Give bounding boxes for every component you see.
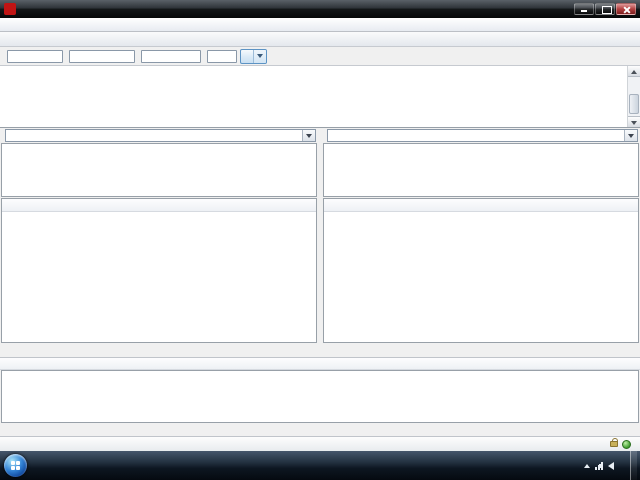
port-input[interactable] <box>207 49 237 63</box>
scroll-thumb[interactable] <box>629 94 639 114</box>
speed-limit-icon <box>622 439 631 449</box>
quickconnect-bar <box>0 47 640 66</box>
remote-status-text <box>322 344 640 357</box>
remote-address-value <box>328 130 624 141</box>
local-address-dropdown-icon[interactable] <box>302 130 315 141</box>
system-tray <box>584 451 638 480</box>
menu-bar <box>0 18 640 32</box>
remote-address-dropdown-icon[interactable] <box>624 130 637 141</box>
queue-header <box>0 357 640 370</box>
file-panes <box>0 128 640 357</box>
volume-icon[interactable] <box>599 461 614 470</box>
close-button[interactable] <box>616 3 636 15</box>
quickconnect-button[interactable] <box>240 48 267 64</box>
log-scrollbar[interactable] <box>627 66 640 127</box>
local-address-value <box>6 130 302 141</box>
maximize-button[interactable] <box>595 3 615 15</box>
transfer-queue[interactable] <box>1 370 639 423</box>
remote-address-combo[interactable] <box>327 129 638 142</box>
local-list-header <box>2 199 316 212</box>
remote-pane <box>322 128 640 357</box>
remote-list-header <box>324 199 638 212</box>
taskbar <box>0 451 640 480</box>
encryption-icon <box>610 438 618 447</box>
desktop <box>0 0 640 480</box>
minimize-button[interactable] <box>574 3 594 15</box>
message-log <box>0 66 640 128</box>
show-desktop-button[interactable] <box>630 451 637 480</box>
remote-tree <box>323 143 639 197</box>
host-input[interactable] <box>7 49 63 63</box>
local-address-combo[interactable] <box>5 129 316 142</box>
app-icon <box>4 3 16 15</box>
start-button[interactable] <box>4 454 27 477</box>
scroll-down-icon[interactable] <box>628 116 640 127</box>
password-input[interactable] <box>141 49 201 63</box>
hidden-icons-chevron[interactable] <box>584 463 590 468</box>
title-bar[interactable] <box>0 0 640 18</box>
scroll-up-icon[interactable] <box>628 66 640 77</box>
toolbar <box>0 32 640 47</box>
remote-file-list <box>324 212 638 342</box>
local-tree <box>1 143 317 197</box>
filezilla-window <box>0 0 640 451</box>
queue-tabs <box>0 423 640 436</box>
quickconnect-dropdown-icon[interactable] <box>253 49 266 63</box>
local-pane <box>0 128 318 357</box>
local-status-text <box>0 344 318 357</box>
local-file-list <box>2 212 316 342</box>
username-input[interactable] <box>69 49 135 63</box>
status-bar <box>0 436 640 451</box>
